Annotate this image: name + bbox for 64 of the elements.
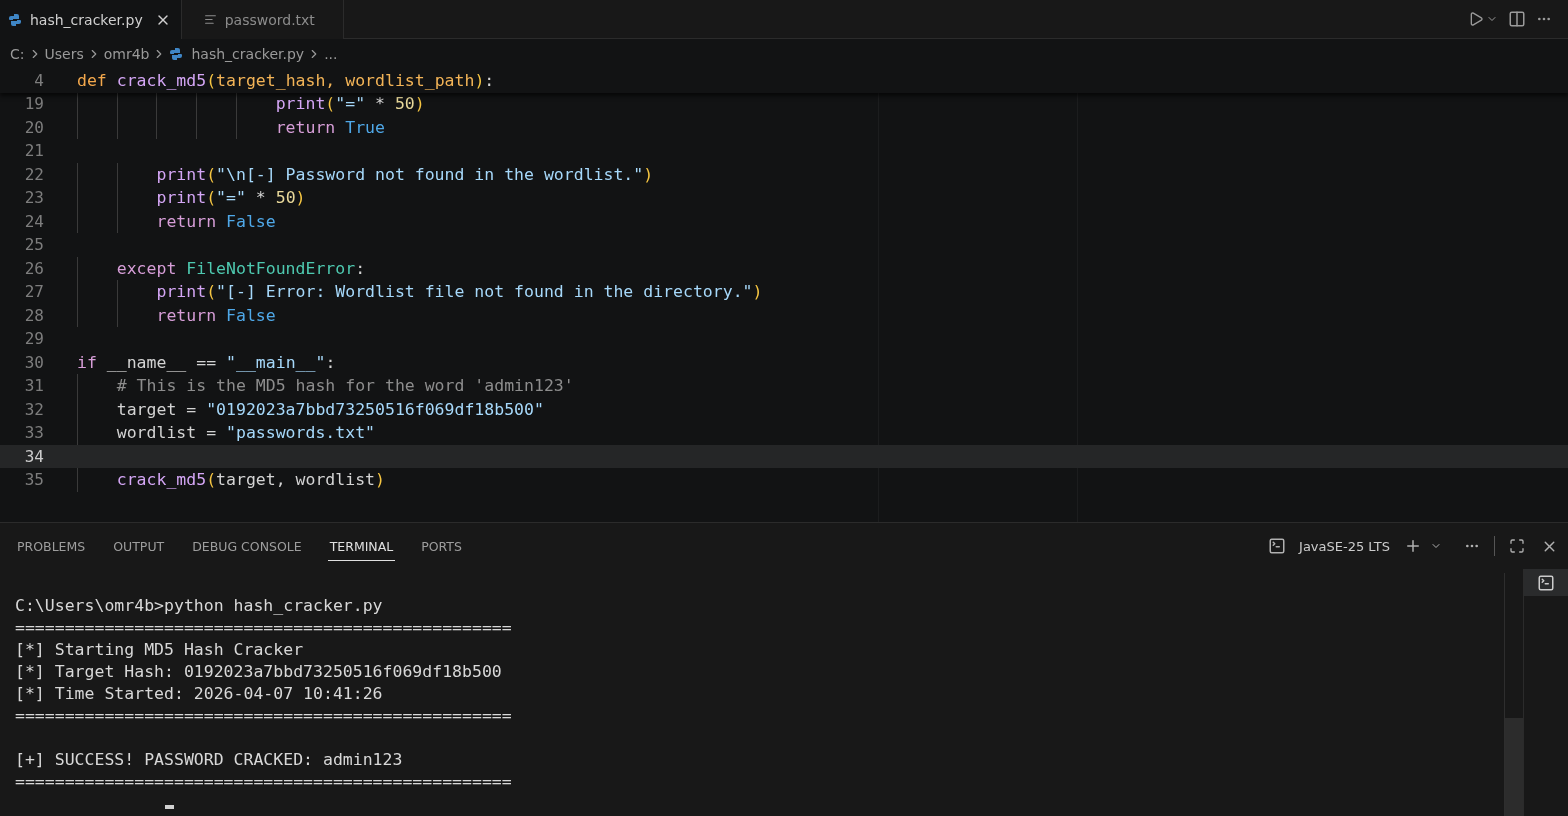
line-number: 21 xyxy=(23,141,44,161)
terminal-line: ================================================== xyxy=(15,617,513,639)
maximize-icon[interactable] xyxy=(1509,538,1525,554)
code-line: return False xyxy=(77,209,276,233)
breadcrumb-item[interactable]: ... xyxy=(324,46,338,62)
breadcrumb-item[interactable]: C: xyxy=(10,46,25,62)
terminal-line: [*] Time Started: 2026-04-07 10:41:26 xyxy=(15,683,384,705)
split-editor-icon[interactable] xyxy=(1508,10,1526,28)
terminal-line: ================================================== xyxy=(15,705,513,727)
terminal-icon[interactable] xyxy=(1268,537,1287,555)
run-icon[interactable] xyxy=(1468,11,1484,27)
line-number: 29 xyxy=(23,329,44,349)
terminal-line: [*] Starting MD5 Hash Cracker xyxy=(15,639,305,661)
python-file-icon xyxy=(8,12,22,27)
line-number: 34 xyxy=(23,446,44,466)
line-number: 19 xyxy=(23,94,44,114)
terminal-cursor xyxy=(165,805,174,809)
code-line: crack_md5(target, wordlist) xyxy=(77,468,385,492)
terminal-line: C:\Users\omr4b>python hash_cracker.py xyxy=(15,595,384,617)
code-line: def crack_md5(target_hash, wordlist_path): xyxy=(77,70,495,93)
line-number: 35 xyxy=(23,470,44,490)
line-number: 30 xyxy=(23,352,44,372)
code-line: # This is the MD5 hash for the word 'admin123' xyxy=(77,374,574,398)
text-file-icon xyxy=(203,13,217,26)
editor-tab[interactable]: hash_cracker.py xyxy=(0,0,182,39)
line-number: 25 xyxy=(23,235,44,255)
panel-tab[interactable]: DEBUG CONSOLE xyxy=(190,533,304,561)
code-line: return False xyxy=(77,303,276,327)
line-number: 31 xyxy=(23,376,44,396)
plus-icon[interactable] xyxy=(1404,537,1422,555)
code-line: print("\n[-] Password not found in the wordlist.") xyxy=(77,162,654,186)
line-number: 4 xyxy=(33,71,44,91)
code-line: print("[-] Error: Wordlist file not found in the directory.") xyxy=(77,280,763,304)
line-number: 33 xyxy=(23,423,44,443)
code-line: print("=" * 50) xyxy=(77,186,306,210)
breadcrumb-item[interactable]: Users xyxy=(44,46,84,62)
panel-tab[interactable]: PORTS xyxy=(419,533,464,561)
panel-tab[interactable]: OUTPUT xyxy=(111,533,167,561)
line-number: 28 xyxy=(23,305,44,325)
line-number: 22 xyxy=(23,164,44,184)
code-line: return True xyxy=(77,115,385,139)
code-line: wordlist = "passwords.txt" xyxy=(77,421,376,445)
terminal-icon xyxy=(1537,573,1555,592)
line-number: 20 xyxy=(23,117,44,137)
breadcrumb-item[interactable]: omr4b xyxy=(103,46,150,62)
line-number: 26 xyxy=(23,258,44,278)
terminal-line: [+] SUCCESS! PASSWORD CRACKED: admin123 xyxy=(15,749,404,771)
code-line: target = "0192023a7bbd73250516f069df18b500" xyxy=(77,397,544,421)
line-number: 23 xyxy=(23,188,44,208)
panel-tab[interactable]: PROBLEMS xyxy=(15,533,88,561)
code-line: print("=" * 50) xyxy=(77,92,425,116)
terminal-line: ================================================== xyxy=(15,771,513,793)
python-file-icon xyxy=(169,47,184,61)
terminal-line: [*] Target Hash: 0192023a7bbd73250516f069df18b500 xyxy=(15,661,503,683)
line-number: 24 xyxy=(23,211,44,231)
panel-tab[interactable]: TERMINAL xyxy=(327,533,396,561)
editor-tab[interactable]: password.txt xyxy=(181,0,344,39)
line-number: 27 xyxy=(23,282,44,302)
breadcrumb-item[interactable]: hash_cracker.py xyxy=(169,46,305,62)
code-line: if __name__ == "__main__": xyxy=(77,351,336,374)
terminal-list-item[interactable] xyxy=(1524,569,1568,596)
terminal-profile[interactable]: JavaSE-25 LTS xyxy=(1299,538,1390,554)
code-line: except FileNotFoundError: xyxy=(77,256,366,280)
line-number: 32 xyxy=(23,399,44,419)
